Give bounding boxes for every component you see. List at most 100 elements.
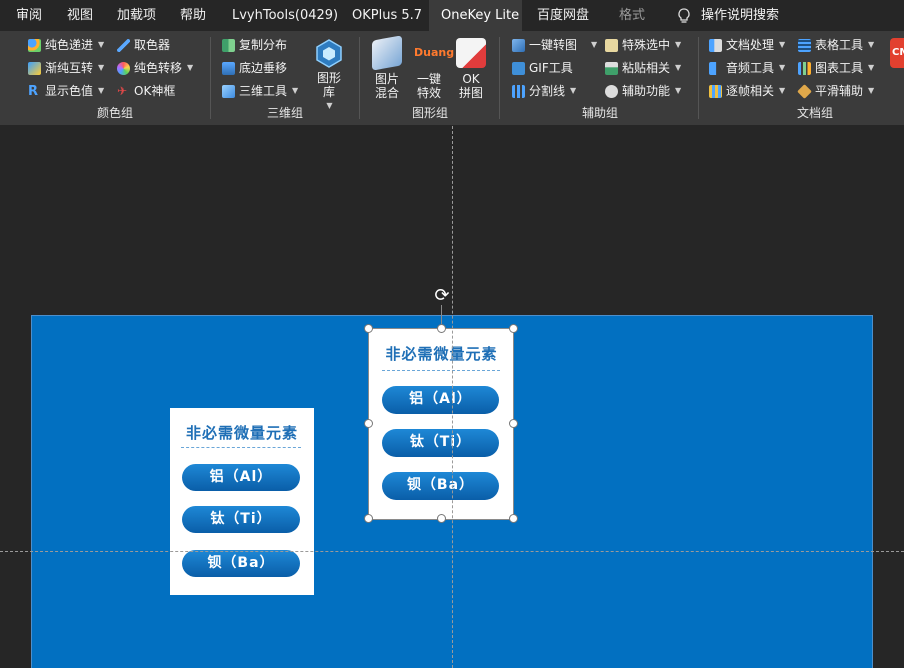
- assist-icon: [605, 84, 618, 98]
- chevron-down-icon: ▼: [292, 86, 299, 95]
- aux-functions-button[interactable]: 辅助功能 ▼: [605, 81, 681, 101]
- info-card-right[interactable]: 非必需微量元素 铝（Al） 钛（Ti） 钡（Ba）: [369, 329, 514, 520]
- split-line-button[interactable]: 分割线 ▼: [512, 81, 576, 101]
- element-pill-titanium[interactable]: 钛（Ti）: [382, 429, 499, 457]
- resize-handle-top[interactable]: [437, 324, 446, 333]
- image-convert-icon: [512, 38, 525, 52]
- eyedropper-icon: [117, 38, 130, 52]
- chevron-down-icon: ▼: [675, 86, 682, 95]
- tab-lvyhtools[interactable]: LvyhTools(0429): [232, 0, 338, 31]
- image-blend-icon: [372, 35, 402, 71]
- label: 粘贴相关: [622, 61, 671, 75]
- resize-handle-left[interactable]: [364, 419, 373, 428]
- label: 三维工具: [239, 84, 288, 98]
- label: 显示色值: [45, 84, 94, 98]
- shape-group-label: 图形组: [411, 106, 448, 120]
- solid-gradient-progression-button[interactable]: 纯色递进 ▼: [28, 35, 104, 55]
- element-pill-titanium[interactable]: 钛（Ti）: [182, 506, 300, 533]
- table-tools-button[interactable]: 表格工具 ▼: [798, 35, 874, 55]
- ok-puzzle-button[interactable]: OK拼图: [450, 38, 492, 100]
- element-pill-barium[interactable]: 钡（Ba）: [382, 472, 499, 500]
- ribbon-tab-bar: 审阅 视图 加载项 帮助 LvyhTools(0429) OKPlus 5.7 …: [0, 0, 904, 31]
- select-cursor-icon: [605, 38, 618, 52]
- chevron-down-icon: ▼: [675, 63, 682, 72]
- shape-library-button[interactable]: 图形库 ▼: [308, 38, 350, 113]
- 3d-group-label: 三维组: [266, 106, 303, 120]
- image-blend-button[interactable]: 图片混合: [366, 35, 408, 100]
- label: 纯色递进: [45, 38, 94, 52]
- label: 文档处理: [726, 38, 775, 52]
- puzzle-image-icon: [456, 38, 486, 68]
- cm-tool-icon[interactable]: CM: [890, 38, 904, 68]
- tab-onekey-lite[interactable]: OneKey Lite: [429, 0, 522, 31]
- dashed-divider: [382, 370, 500, 371]
- label: 辅助功能: [622, 84, 671, 98]
- chevron-down-icon: ▼: [98, 86, 105, 95]
- label: 一键转图: [529, 38, 578, 52]
- gradient-solid-convert-button[interactable]: 渐纯互转 ▼: [28, 58, 104, 78]
- element-pill-barium[interactable]: 钡（Ba）: [182, 550, 300, 577]
- speaker-icon: [709, 61, 722, 75]
- label: GIF工具: [529, 61, 573, 75]
- card-title: 非必需微量元素: [185, 424, 298, 442]
- tab-baidu-netdisk[interactable]: 百度网盘: [537, 0, 589, 31]
- ok-puzzle-label: OK拼图: [458, 72, 483, 100]
- audio-tools-button[interactable]: 音频工具 ▼: [709, 58, 785, 78]
- gif-tools-button[interactable]: GIF工具: [512, 58, 573, 78]
- film-frames-icon: [709, 84, 722, 98]
- resize-handle-top-right[interactable]: [509, 324, 518, 333]
- 3d-tools-button[interactable]: 三维工具 ▼: [222, 81, 298, 101]
- tab-addins[interactable]: 加载项: [117, 0, 156, 31]
- resize-handle-bottom-left[interactable]: [364, 514, 373, 523]
- tab-review[interactable]: 审阅: [16, 0, 42, 31]
- tell-me-search[interactable]: 操作说明搜索: [677, 0, 779, 31]
- rotate-handle-icon[interactable]: ⟳: [431, 285, 453, 307]
- bottom-edge-shift-button[interactable]: 底边垂移: [222, 58, 287, 78]
- shape-library-label: 图形库: [316, 71, 341, 99]
- group-separator: [698, 37, 699, 119]
- tab-okplus[interactable]: OKPlus 5.7: [352, 0, 422, 31]
- one-click-to-image-button[interactable]: 一键转图 ▼: [512, 35, 597, 55]
- paste-related-button[interactable]: 粘贴相关 ▼: [605, 58, 681, 78]
- chart-tools-button[interactable]: 图表工具 ▼: [798, 58, 874, 78]
- smooth-assist-button[interactable]: 平滑辅助 ▼: [797, 81, 874, 101]
- frame-by-frame-button[interactable]: 逐帧相关 ▼: [709, 81, 785, 101]
- show-color-value-button[interactable]: R 显示色值 ▼: [28, 81, 104, 101]
- color-dots-icon: [28, 38, 41, 52]
- eyedropper-button[interactable]: 取色器: [117, 35, 170, 55]
- document-icon: [709, 38, 722, 52]
- dashed-divider: [181, 447, 301, 448]
- element-pill-aluminum[interactable]: 铝（Al）: [182, 464, 300, 491]
- label: 渐纯互转: [45, 61, 94, 75]
- info-card-left[interactable]: 非必需微量元素 铝（Al） 钛（Ti） 钡（Ba）: [170, 408, 314, 595]
- color-swap-icon: [28, 61, 41, 75]
- document-processing-button[interactable]: 文档处理 ▼: [709, 35, 785, 55]
- resize-handle-bottom[interactable]: [437, 514, 446, 523]
- one-click-effect-label: 一键特效: [416, 72, 441, 100]
- ok-magic-frame-button[interactable]: ✈ OK神框: [117, 81, 175, 101]
- chevron-down-icon: ▼: [779, 86, 786, 95]
- tab-format[interactable]: 格式: [619, 0, 645, 31]
- color-transfer-button[interactable]: 纯色转移 ▼: [117, 58, 193, 78]
- resize-handle-right[interactable]: [509, 419, 518, 428]
- paste-icon: [605, 61, 618, 75]
- special-select-button[interactable]: 特殊选中 ▼: [605, 35, 681, 55]
- tab-view[interactable]: 视图: [67, 0, 93, 31]
- tab-help[interactable]: 帮助: [180, 0, 206, 31]
- lightbulb-icon: [678, 7, 690, 23]
- label: 特殊选中: [622, 38, 671, 52]
- chevron-down-icon: ▼: [868, 63, 875, 72]
- copy-distribute-icon: [222, 38, 235, 52]
- element-pill-aluminum[interactable]: 铝（Al）: [382, 386, 499, 414]
- chevron-down-icon: ▼: [591, 40, 598, 49]
- label: 表格工具: [815, 38, 864, 52]
- chevron-down-icon: ▼: [187, 63, 194, 72]
- resize-handle-bottom-right[interactable]: [509, 514, 518, 523]
- label: 纯色转移: [134, 61, 183, 75]
- gif-icon: [512, 61, 525, 75]
- resize-handle-top-left[interactable]: [364, 324, 373, 333]
- copy-distribute-button[interactable]: 复制分布: [222, 35, 287, 55]
- doc-group-label: 文档组: [796, 106, 833, 120]
- label: 逐帧相关: [726, 84, 775, 98]
- one-click-effect-button[interactable]: Duang 一键特效: [408, 38, 454, 100]
